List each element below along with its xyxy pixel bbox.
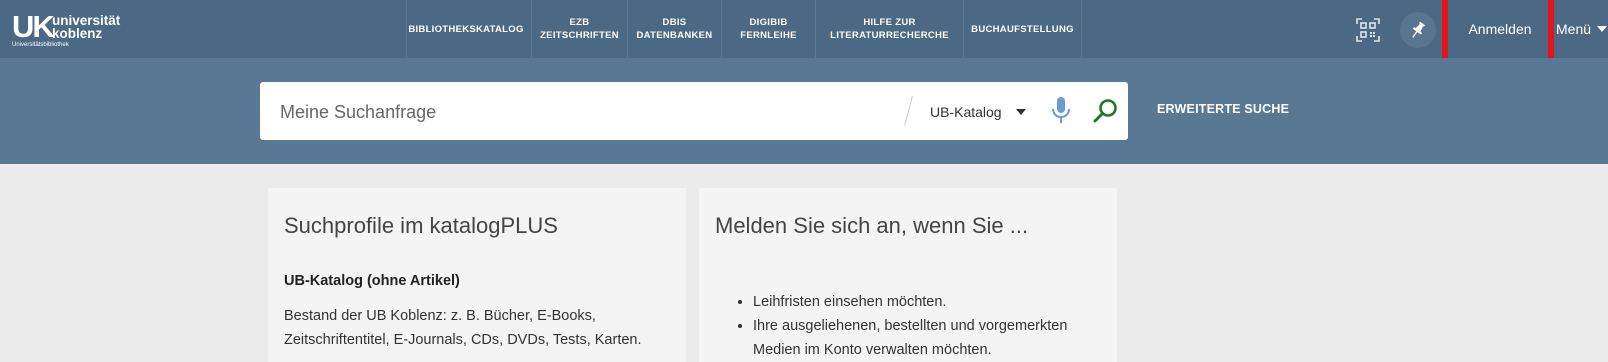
- qr-code-button[interactable]: [1350, 12, 1386, 48]
- login-benefits-card: Melden Sie sich an, wenn Sie ... Leihfri…: [699, 188, 1117, 362]
- menu-button[interactable]: Menü: [1556, 0, 1608, 58]
- search-divider: [904, 96, 913, 126]
- main-navigation: BIBLIOTHEKSKATALOG EZB ZEITSCHRIFTEN DBIS…: [406, 0, 1082, 58]
- search-icon: [1093, 99, 1117, 123]
- catalog-select-value: UB-Katalog: [930, 104, 1002, 120]
- logo-subtitle: Universitätsbibliothek: [12, 42, 69, 48]
- profile-ub-katalog-description: Bestand der UB Koblenz: z. B. Bücher, E-…: [284, 308, 642, 348]
- login-benefits-title: Melden Sie sich an, wenn Sie ...: [715, 213, 1029, 238]
- search-band: UB-Katalog ERWEITERTE SUCHE: [0, 58, 1608, 164]
- nav-item-hilfe[interactable]: HILFE ZUR LITERATURRECHERCHE: [816, 0, 964, 58]
- voice-search-button[interactable]: [1050, 96, 1072, 131]
- nav-item-digibib[interactable]: DIGIBIB FERNLEIHE: [722, 0, 816, 58]
- chevron-down-icon: [1597, 26, 1608, 32]
- search-profiles-title: Suchprofile im katalogPLUS: [284, 213, 558, 238]
- catalog-select[interactable]: UB-Katalog: [930, 102, 1026, 122]
- top-navigation-bar: UK universität koblenz Universitätsbibli…: [0, 0, 1608, 58]
- search-box: UB-Katalog: [260, 82, 1128, 140]
- nav-item-ezb[interactable]: EZB ZEITSCHRIFTEN: [532, 0, 628, 58]
- logo-mark: UK: [12, 9, 55, 44]
- qr-code-icon: [1356, 18, 1380, 42]
- menu-label: Menü: [1556, 21, 1592, 37]
- nav-item-dbis[interactable]: DBIS DATENBANKEN: [628, 0, 722, 58]
- profile-ub-katalog-title: UB-Katalog (ohne Artikel): [284, 273, 460, 289]
- list-item: Leihfristen einsehen möchten.: [753, 290, 1113, 314]
- microphone-icon: [1052, 97, 1070, 123]
- search-button[interactable]: [1093, 98, 1119, 129]
- advanced-search-link[interactable]: ERWEITERTE SUCHE: [1157, 102, 1289, 116]
- pin-icon: [1412, 21, 1425, 38]
- login-benefits-list: Leihfristen einsehen möchten. Ihre ausge…: [715, 290, 1113, 362]
- pin-button[interactable]: [1400, 12, 1436, 48]
- nav-item-buchaufstellung[interactable]: BUCHAUFSTELLUNG: [964, 0, 1082, 58]
- university-logo[interactable]: UK universität koblenz Universitätsbibli…: [12, 9, 132, 50]
- nav-item-bibliothekskatalog[interactable]: BIBLIOTHEKSKATALOG: [406, 0, 532, 58]
- logo-name: universität koblenz: [52, 13, 121, 41]
- chevron-down-icon: [1015, 109, 1026, 115]
- list-item: Ihre ausgeliehenen, bestellten und vorge…: [753, 314, 1113, 362]
- search-profiles-card: Suchprofile im katalogPLUS UB-Katalog (o…: [268, 188, 686, 362]
- search-input[interactable]: [278, 96, 862, 128]
